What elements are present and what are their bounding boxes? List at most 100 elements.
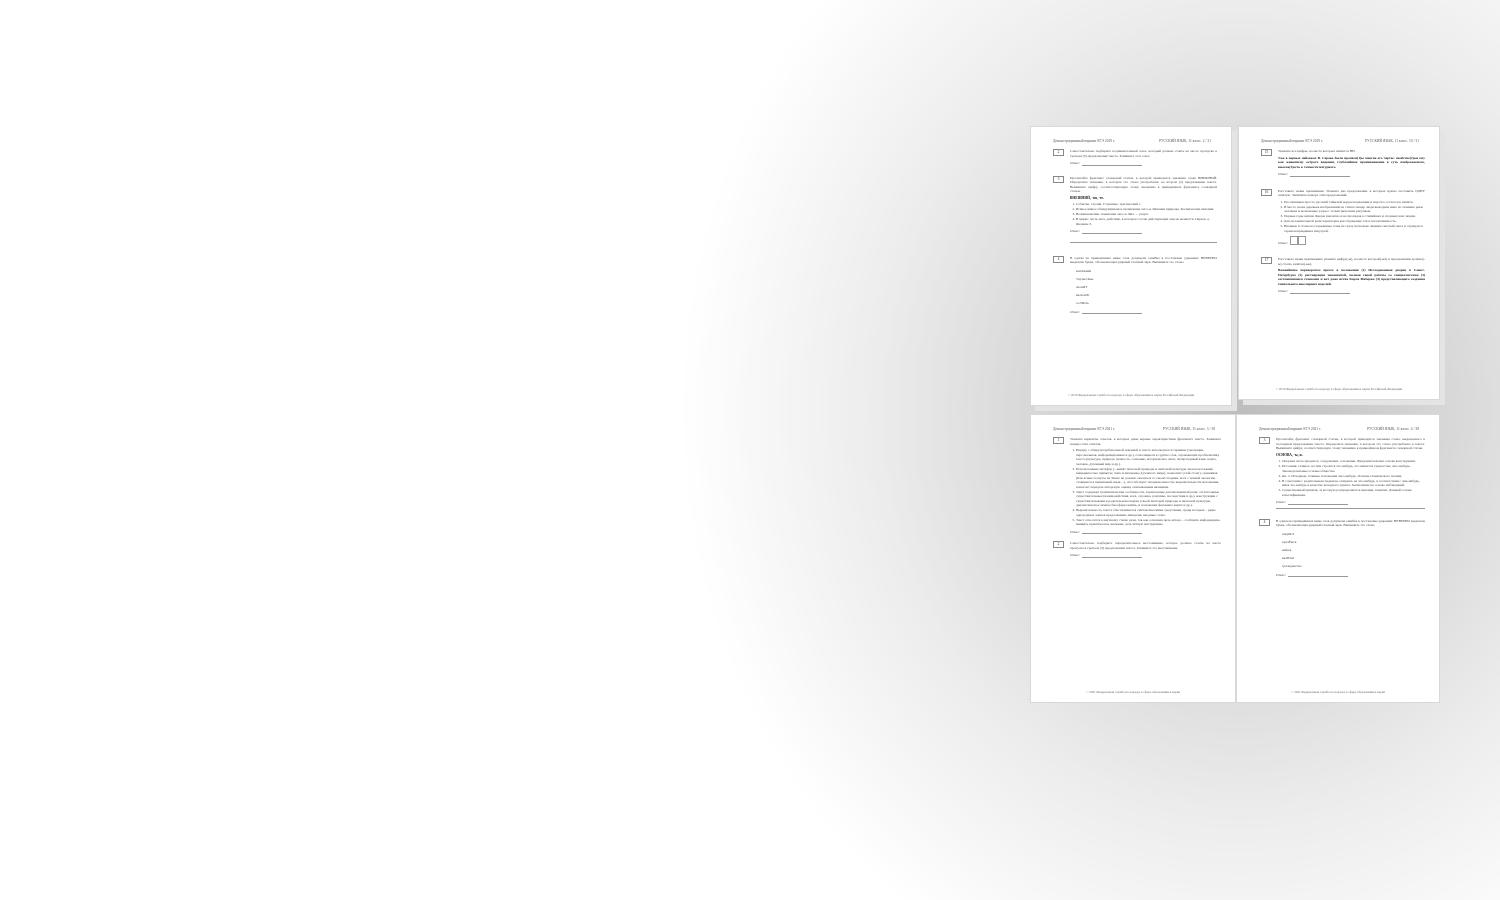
answer-label: Ответ: (1278, 240, 1288, 245)
task-2: 2 Самостоятельно подберите подчинительны… (1053, 149, 1217, 166)
answer-label: Ответ: (1070, 309, 1080, 314)
task-number: 2 (1053, 149, 1064, 156)
task-text: Укажите варианты ответов, в которых даны… (1070, 437, 1221, 446)
dictionary-item: Всякое живое обнаруживаемое проявление ч… (1076, 207, 1217, 212)
word-list: закрЫЛ кралЁмся вайнА вклЮчё грАжданство (1276, 530, 1425, 570)
task-text: Расставьте знаки препинания: укажите циф… (1278, 257, 1425, 266)
task-3: 3 Прочитайте фрагмент словарной статьи, … (1259, 437, 1425, 512)
page-footer: © 2021 Федеральная служба по надзору в с… (1086, 690, 1180, 694)
page-header: Демонстрационный вариант ЕГЭ 2019 г. РУС… (1053, 139, 1217, 143)
answer-line[interactable]: Ответ: (1278, 289, 1425, 294)
task-number: 4 (1053, 255, 1064, 263)
dictionary-item: Возникновение, появление чего-н. Явл. ..… (1076, 212, 1217, 217)
dictionary-item: Событие, случай. Странные, трагический с… (1076, 202, 1217, 207)
task-text: В одном из приведённых ниже слов допущен… (1070, 255, 1217, 265)
task-text: Прочитайте фрагмент словарной статьи, в … (1276, 437, 1425, 450)
option-list: Наряду с общеупотребительной лексикой в … (1070, 448, 1221, 527)
dictionary-item: В цирке: часть акта, действие, в котором… (1076, 217, 1217, 226)
task-sentence: Уже в первых пейзажах В. Серова были про… (1278, 155, 1425, 169)
word-item: кралЁмся (1282, 539, 1297, 544)
page-header: Демонстрационный вариант ЕГЭ 2019 г. РУС… (1261, 139, 1425, 143)
task-text: Укажите все цифры, на месте которых пише… (1278, 149, 1356, 153)
task-text: Самостоятельно подберите определительное… (1070, 541, 1221, 550)
word-item: вайнА (1282, 547, 1292, 552)
task-number: 3 (1053, 175, 1064, 183)
sentence-item: Посланников просто русский тайнской корр… (1284, 200, 1425, 205)
header-right: РУССКИЙ ЯЗЫК, 11 класс. 2 / 31 (1159, 139, 1211, 143)
task-text: Самостоятельно подберите подчинительный … (1070, 149, 1217, 158)
task-sentence: Важнейшим переворотом прессе в положении… (1278, 268, 1425, 286)
header-right: РУССКИЙ ЯЗЫК, 11 класс. 3 / 38 (1163, 427, 1215, 431)
header-right: РУССКИЙ ЯЗЫК, 11 класс. 4 / 38 (1367, 427, 1419, 431)
task-text: Прочитайте фрагмент словарной статьи, в … (1070, 175, 1217, 194)
dictionary-item: Существенный признак, за которую распред… (1282, 488, 1425, 497)
word-item: вклЮчё (1282, 555, 1295, 560)
task-number: 17 (1261, 257, 1272, 265)
answer-line[interactable]: Ответ: (1070, 229, 1217, 234)
header-left: Демонстрационный вариант ЕГЭ 2021 г. (1053, 427, 1115, 431)
task-4: 4 В одном из приведённых ниже слов допущ… (1259, 518, 1425, 578)
sentence-list: Посланников просто русский тайнской корр… (1278, 200, 1425, 234)
answer-label: Ответ: (1276, 500, 1286, 505)
dictionary-item: мн. ч. Исходные, главные положения чего-… (1282, 474, 1425, 479)
answer-label: Ответ: (1070, 529, 1080, 534)
task-number: 2 (1053, 541, 1064, 549)
word-list: взяЛАний Торты/сёвы звонИТ включИт соЛИа… (1070, 267, 1217, 307)
dictionary-item: В сочетании с родительным падежом, опира… (1282, 479, 1425, 488)
divider (1276, 507, 1425, 509)
dictionary-headword: ОСНОВА, -ы, ж. (1276, 452, 1303, 457)
word-item: взяЛАний (1076, 268, 1092, 273)
sentence-item: Для положительной речи характерна как об… (1284, 219, 1425, 224)
word-item: грАжданство (1282, 563, 1302, 568)
word-item: Торты/сёвы (1076, 276, 1094, 281)
page-header: Демонстрационный вариант ЕГЭ 2021 г. РУС… (1259, 427, 1425, 431)
task-text: В одном из приведённых ниже слов допущен… (1276, 518, 1425, 528)
dictionary-item: Источник, главное, на чём строится что-н… (1282, 464, 1425, 473)
task-number: 1 (1053, 437, 1064, 444)
task-number: 3 (1259, 437, 1270, 444)
word-item: звонИТ (1076, 284, 1088, 289)
task-number: 16 (1261, 188, 1272, 196)
answer-line[interactable]: Ответ: (1070, 161, 1217, 166)
page-header: Демонстрационный вариант ЕГЭ 2021 г. РУС… (1053, 427, 1221, 431)
task-1: 1 Укажите варианты ответов, в которых да… (1053, 437, 1221, 535)
answer-boxes[interactable]: Ответ: (1278, 236, 1425, 246)
task-number: 4 (1259, 518, 1270, 526)
option-item: Выразительность текста обеспечивается си… (1076, 508, 1221, 517)
task-text: Расставьте знаки препинания. Укажите два… (1278, 188, 1425, 198)
task-number: 15 (1261, 149, 1272, 156)
header-left: Демонстрационный вариант ЕГЭ 2019 г. (1053, 139, 1115, 143)
answer-line[interactable]: Ответ: (1070, 530, 1221, 535)
dictionary-item: Опорная часть предмета, сооружения, осно… (1282, 459, 1425, 464)
header-right: РУССКИЙ ЯЗЫК, 11 класс. 10 / 31 (1365, 139, 1419, 143)
answer-line[interactable]: Ответ: (1070, 553, 1221, 558)
header-left: Демонстрационный вариант ЕГЭ 2021 г. (1259, 427, 1321, 431)
document-page-4[interactable]: Демонстрационный вариант ЕГЭ 2021 г. РУС… (1236, 414, 1440, 703)
answer-line[interactable]: Ответ: (1276, 500, 1425, 505)
answer-line[interactable]: Ответ: (1276, 573, 1425, 578)
answer-line[interactable]: Ответ: (1278, 172, 1425, 177)
header-left: Демонстрационный вариант ЕГЭ 2019 г. (1261, 139, 1323, 143)
option-item: Текст содержит грамматические особенност… (1076, 490, 1221, 508)
document-page-3[interactable]: Демонстрационный вариант ЕГЭ 2021 г. РУС… (1030, 414, 1236, 703)
word-item: соЛИать (1076, 300, 1089, 305)
answer-label: Ответ: (1276, 572, 1286, 577)
answer-label: Ответ: (1278, 289, 1288, 294)
page-footer: © 2019 Федеральная служба по надзору в с… (1067, 393, 1195, 397)
option-item: Использование метафор (...живёт лихтокой… (1076, 467, 1221, 490)
sentence-item: Первые годы жизни Джорж внезапно и не пр… (1284, 214, 1425, 219)
dictionary-list: Событие, случай. Странные, трагический с… (1070, 202, 1217, 226)
document-page-2[interactable]: Демонстрационный вариант ЕГЭ 2019 г. РУС… (1238, 126, 1440, 400)
sentence-item: Впервые в стоны восторженные тоны не сра… (1284, 224, 1425, 233)
option-item: Текст относится к научному стилю речи, т… (1076, 518, 1221, 527)
task-17: 17 Расставьте знаки препинания: укажите … (1261, 257, 1425, 294)
answer-label: Ответ: (1070, 229, 1080, 234)
answer-label: Ответ: (1070, 553, 1080, 558)
task-16: 16 Расставьте знаки препинания. Укажите … (1261, 188, 1425, 246)
answer-label: Ответ: (1070, 161, 1080, 165)
answer-line[interactable]: Ответ: (1070, 310, 1217, 315)
document-page-1[interactable]: Демонстрационный вариант ЕГЭ 2019 г. РУС… (1030, 126, 1232, 406)
answer-label: Ответ: (1278, 172, 1288, 176)
page-footer: © 2021 Федеральная служба по надзору в с… (1291, 690, 1385, 694)
task-2: 2 Самостоятельно подберите определительн… (1053, 541, 1221, 558)
